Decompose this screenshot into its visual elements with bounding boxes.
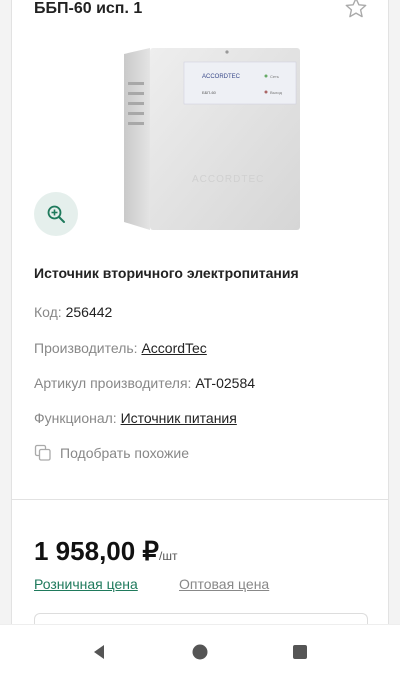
code-label: Код:	[34, 304, 62, 320]
device-model-label: ББП-60	[202, 90, 217, 95]
zoom-in-icon	[47, 205, 65, 223]
product-image[interactable]: ACCORDTEC ББП-60 Сеть Выход ACCORDTEC	[122, 42, 302, 237]
device-line2-label: Выход	[270, 90, 283, 95]
product-card: ББП-60 исп. 1 ACCORDTEC ББП-60 Сеть Выхо…	[11, 0, 389, 500]
nav-recents-button[interactable]	[289, 641, 311, 663]
nav-back-button[interactable]	[88, 641, 110, 663]
tab-retail-price[interactable]: Розничная цена	[34, 576, 138, 592]
function-row: Функционал: Источник питания	[34, 410, 237, 426]
home-icon	[192, 644, 208, 660]
article-value: AT-02584	[195, 375, 256, 391]
code-value: 256442	[65, 304, 113, 320]
manufacturer-row: Производитель: AccordTec	[34, 340, 207, 356]
product-title: ББП-60 исп. 1	[34, 0, 143, 17]
manufacturer-link[interactable]: AccordTec	[141, 340, 206, 356]
article-row: Артикул производителя: AT-02584	[34, 375, 255, 391]
product-subtitle: Источник вторичного электропитания	[34, 265, 299, 281]
pricing-card: 1 958,00 ₽/шт Розничная цена Оптовая цен…	[11, 500, 389, 643]
device-line1-label: Сеть	[270, 74, 279, 79]
function-label: Функционал:	[34, 410, 117, 426]
find-similar-label: Подобрать похожие	[60, 445, 190, 461]
find-similar-button[interactable]: Подобрать похожие	[34, 444, 189, 462]
back-icon	[94, 645, 104, 659]
device-brand-label: ACCORDTEC	[202, 74, 241, 80]
price: 1 958,00 ₽/шт	[34, 536, 177, 567]
price-value: 1 958,00 ₽	[34, 536, 159, 566]
nav-home-button[interactable]	[189, 641, 211, 663]
article-label: Артикул производителя:	[34, 375, 192, 391]
manufacturer-label: Производитель:	[34, 340, 138, 356]
star-icon	[345, 0, 367, 18]
android-nav-bar	[0, 624, 400, 677]
zoom-button[interactable]	[34, 192, 78, 236]
favorite-button[interactable]	[344, 0, 368, 20]
copy-icon	[34, 444, 51, 461]
device-emboss-text: ACCORDTEC	[192, 174, 264, 185]
function-link[interactable]: Источник питания	[121, 410, 237, 426]
price-unit: /шт	[158, 549, 178, 563]
code-row: Код: 256442	[34, 304, 112, 320]
recents-icon	[293, 645, 307, 659]
tab-wholesale-price[interactable]: Оптовая цена	[179, 576, 269, 592]
